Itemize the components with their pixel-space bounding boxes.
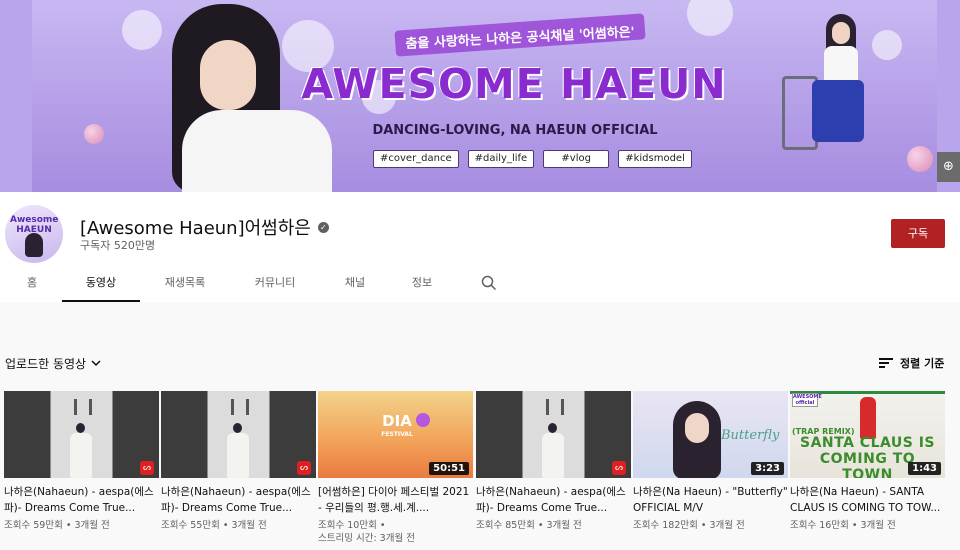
studio-logo	[74, 399, 92, 415]
tab-about[interactable]: 정보	[400, 270, 444, 302]
banner-person2-shirt	[824, 46, 858, 82]
video-title[interactable]: 나하은(Nahaeun) - aespa(에스파)- Dreams Come T…	[476, 484, 631, 516]
video-card[interactable]: DIA FESTIVAL 50:51 [어썸하은] 다이아 페스티벌 2021 …	[318, 391, 473, 545]
chevron-down-icon	[91, 360, 101, 367]
upload-filter-dropdown[interactable]: 업로드한 동영상	[5, 355, 101, 372]
avatar-person	[25, 233, 43, 257]
tab-home[interactable]: 홈	[0, 270, 64, 302]
bokeh-circle	[872, 30, 902, 60]
video-duration: 3:23	[751, 462, 784, 475]
banner-tag: #kidsmodel	[618, 150, 692, 168]
tab-channels[interactable]: 채널	[330, 270, 380, 302]
bokeh-circle	[907, 146, 933, 172]
tab-community[interactable]: 커뮤니티	[240, 270, 310, 302]
festival-logo: DIA FESTIVAL	[373, 411, 421, 451]
banner-subtitle: DANCING-LOVING, NA HAEUN OFFICIAL	[372, 123, 658, 138]
banner-tag: #cover_dance	[373, 150, 459, 168]
video-meta: 조회수 55만회 • 3개월 전	[161, 520, 267, 531]
video-card[interactable]: Butterfly 3:23 나하은(Na Haeun) - "Butterfl…	[633, 391, 788, 532]
video-title[interactable]: [어썸하은] 다이아 페스티벌 2021 - 우리들의 평.행.세.계....	[318, 484, 473, 516]
video-card[interactable]: ᔕ 나하은(Nahaeun) - aespa(에스파)- Dreams Come…	[476, 391, 631, 532]
video-thumbnail[interactable]: ᔕ	[4, 391, 159, 478]
banner-person2-pants	[812, 80, 864, 142]
festival-logo-text: DIA	[382, 412, 412, 430]
banner-person2-face	[832, 22, 850, 44]
video-meta: 조회수 16만회 • 3개월 전	[790, 520, 896, 531]
video-card[interactable]: ᔕ 나하은(Nahaeun) - aespa(에스파)- Dreams Come…	[161, 391, 316, 532]
festival-logo-sub: FESTIVAL	[381, 431, 413, 438]
shorts-icon: ᔕ	[140, 461, 154, 475]
filter-label: 업로드한 동영상	[5, 357, 87, 371]
video-title[interactable]: 나하은(Nahaeun) - aespa(에스파)- Dreams Come T…	[4, 484, 159, 516]
dancer-figure	[70, 433, 92, 478]
dancer-figure	[542, 433, 564, 478]
video-title[interactable]: 나하은(Nahaeun) - aespa(에스파)- Dreams Come T…	[161, 484, 316, 516]
avatar-logo-text: Awesome HAEUN	[10, 215, 59, 235]
subscribe-button[interactable]: 구독	[891, 219, 945, 248]
globe-icon[interactable]: ⊕	[937, 152, 960, 182]
studio-logo	[546, 399, 564, 415]
sort-button[interactable]: 정렬 기준	[879, 355, 944, 371]
video-meta: 조회수 85만회 • 3개월 전	[476, 520, 582, 531]
butterfly-script-text: Butterfly	[721, 428, 780, 443]
video-duration: 1:43	[908, 462, 941, 475]
video-meta: 조회수 182만회 • 3개월 전	[633, 520, 745, 531]
video-thumbnail[interactable]: Butterfly 3:23	[633, 391, 788, 478]
shorts-icon: ᔕ	[297, 461, 311, 475]
santa-figure	[860, 397, 876, 439]
singer-figure	[685, 413, 709, 443]
video-thumbnail[interactable]: DIA FESTIVAL 50:51	[318, 391, 473, 478]
video-card[interactable]: ᔕ 나하은(Nahaeun) - aespa(에스파)- Dreams Come…	[4, 391, 159, 532]
bokeh-circle	[687, 0, 733, 36]
dancer-figure	[548, 423, 557, 433]
video-thumbnail[interactable]: ᔕ	[161, 391, 316, 478]
dancer-figure	[227, 433, 249, 478]
studio-logo	[231, 399, 249, 415]
video-thumbnail[interactable]: ᔕ	[476, 391, 631, 478]
banner-tag: #vlog	[543, 150, 610, 168]
channel-banner: 춤을 사랑하는 나하은 공식채널 '어썸하은' AWESOME HAEUN DA…	[0, 0, 960, 192]
video-meta-stream: 스트리밍 시간: 3개월 전	[318, 533, 415, 544]
bokeh-circle	[84, 124, 104, 144]
video-title[interactable]: 나하은(Na Haeun) - "Butterfly" OFFICIAL M/V	[633, 484, 788, 516]
channel-tabs: 홈 동영상 재생목록 커뮤니티 채널 정보	[0, 270, 960, 302]
banner-person-face	[200, 40, 256, 110]
banner-person-shirt	[182, 110, 332, 192]
shorts-icon: ᔕ	[612, 461, 626, 475]
sort-icon	[879, 358, 893, 368]
sort-label: 정렬 기준	[900, 357, 945, 370]
tab-playlists[interactable]: 재생목록	[150, 270, 220, 302]
video-duration: 50:51	[429, 462, 469, 475]
video-title[interactable]: 나하은(Na Haeun) - SANTA CLAUS IS COMING TO…	[790, 484, 945, 516]
dancer-figure	[233, 423, 242, 433]
dancer-figure	[76, 423, 85, 433]
mini-logo: AWESOME official	[792, 393, 822, 407]
banner-title: AWESOME HAEUN	[301, 60, 727, 108]
search-icon[interactable]	[480, 274, 498, 292]
verified-check-icon: ✓	[317, 221, 329, 233]
video-meta: 조회수 59만회 • 3개월 전	[4, 520, 110, 531]
bokeh-circle	[122, 10, 162, 50]
subscriber-count: 구독자 520만명	[80, 239, 156, 252]
avatar[interactable]: Awesome HAEUN	[5, 205, 63, 263]
video-card[interactable]: AWESOME official (TRAP REMIX) SANTA CLAU…	[790, 391, 945, 532]
tab-videos[interactable]: 동영상	[62, 270, 140, 302]
festival-mascot	[416, 413, 430, 427]
video-thumbnail[interactable]: AWESOME official (TRAP REMIX) SANTA CLAU…	[790, 391, 945, 478]
banner-tags: #cover_dance #daily_life #vlog #kidsmode…	[373, 150, 692, 168]
video-meta: 조회수 10만회 •	[318, 520, 386, 531]
banner-tag: #daily_life	[467, 150, 535, 168]
